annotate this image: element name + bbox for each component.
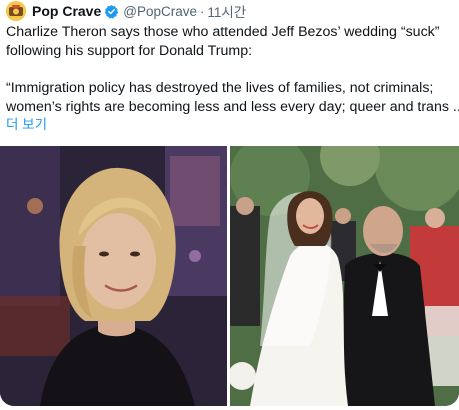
tweet-text: Charlize Theron says those who attended … [6,23,459,117]
avatar[interactable] [6,1,26,21]
tweet-line: women’s rights are becoming less and les… [6,98,459,115]
tweet-header: Pop Crave @PopCrave · 11시간 [6,1,246,21]
photo-charlize-theron[interactable] [0,146,227,406]
media-grid [0,146,459,406]
verified-badge-icon [105,4,119,18]
tweet-line: “Immigration policy has destroyed the li… [6,80,434,97]
tweet-line: following his support for Donald Trump: [6,42,253,59]
separator: · [200,3,205,19]
display-name[interactable]: Pop Crave [32,3,101,19]
photo-bezos-wedding[interactable] [230,146,459,406]
handle[interactable]: @PopCrave [123,4,197,19]
timestamp[interactable]: 11시간 [207,1,246,21]
tweet-line: Charlize Theron says those who attended … [6,24,440,40]
show-more-link[interactable]: 더 보기 [6,113,47,133]
